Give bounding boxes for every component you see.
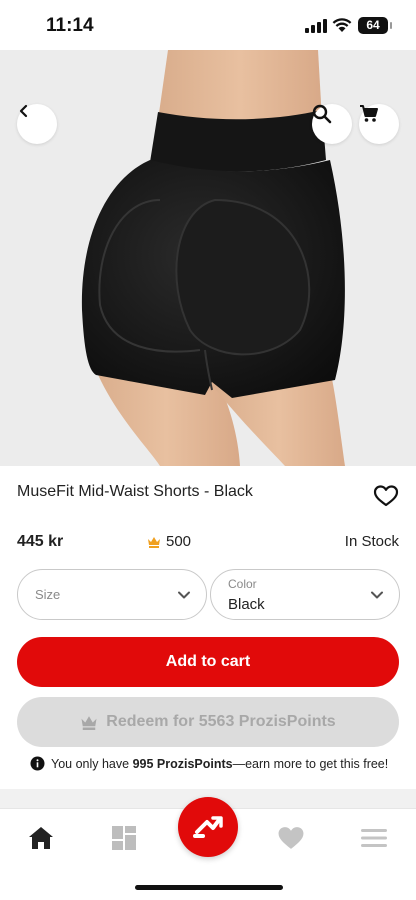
status-time: 11:14 xyxy=(46,15,94,36)
heart-icon xyxy=(278,827,304,849)
nav-home[interactable] xyxy=(24,823,58,853)
product-photo xyxy=(0,50,416,466)
points-info: You only have 995 ProzisPoints—earn more… xyxy=(30,756,400,771)
color-value: Black xyxy=(228,596,265,613)
nav-categories[interactable] xyxy=(107,823,141,853)
info-suffix: —earn more to get this free! xyxy=(232,756,389,771)
product-price: 445 kr xyxy=(17,533,64,550)
nav-center-logo[interactable] xyxy=(178,797,238,857)
color-label: Color xyxy=(228,577,257,591)
home-icon xyxy=(29,827,53,849)
back-button[interactable] xyxy=(17,104,57,144)
size-placeholder: Size xyxy=(35,587,61,602)
home-indicator xyxy=(135,885,283,890)
chevron-down-icon xyxy=(178,591,190,599)
status-bar: 11:14 64 xyxy=(0,0,416,50)
color-select[interactable]: Color Black xyxy=(210,569,400,620)
crown-icon xyxy=(81,715,97,730)
product-image[interactable] xyxy=(0,50,416,466)
stock-status: In Stock xyxy=(344,533,399,550)
signal-icon xyxy=(305,19,327,33)
menu-icon xyxy=(361,829,387,847)
chevron-down-icon xyxy=(371,591,383,599)
info-icon xyxy=(30,756,45,771)
cart-button[interactable] xyxy=(359,104,399,144)
info-prefix: You only have xyxy=(51,756,130,771)
search-button[interactable] xyxy=(312,104,352,144)
redeem-button[interactable]: Redeem for 5563 ProzisPoints xyxy=(17,697,399,747)
points-value: 500 xyxy=(166,533,192,550)
product-title: MuseFit Mid-Waist Shorts - Black xyxy=(17,483,253,500)
product-points: 500 xyxy=(147,533,191,550)
nav-wishlist[interactable] xyxy=(274,823,308,853)
cart-icon xyxy=(360,105,378,122)
grid-icon xyxy=(112,826,136,850)
redeem-label: Redeem for 5563 ProzisPoints xyxy=(106,713,336,730)
crown-icon xyxy=(148,536,160,548)
add-to-cart-button[interactable]: Add to cart xyxy=(17,637,399,687)
nav-menu[interactable] xyxy=(357,823,391,853)
chevron-left-icon xyxy=(19,104,28,118)
search-icon xyxy=(312,104,332,124)
wifi-icon xyxy=(332,18,352,32)
prozis-logo-icon xyxy=(193,816,223,838)
heart-outline-icon[interactable] xyxy=(373,484,399,508)
battery-indicator: 64 xyxy=(358,17,392,34)
info-points-owned: 995 ProzisPoints xyxy=(132,756,233,771)
size-select[interactable]: Size xyxy=(17,569,207,620)
